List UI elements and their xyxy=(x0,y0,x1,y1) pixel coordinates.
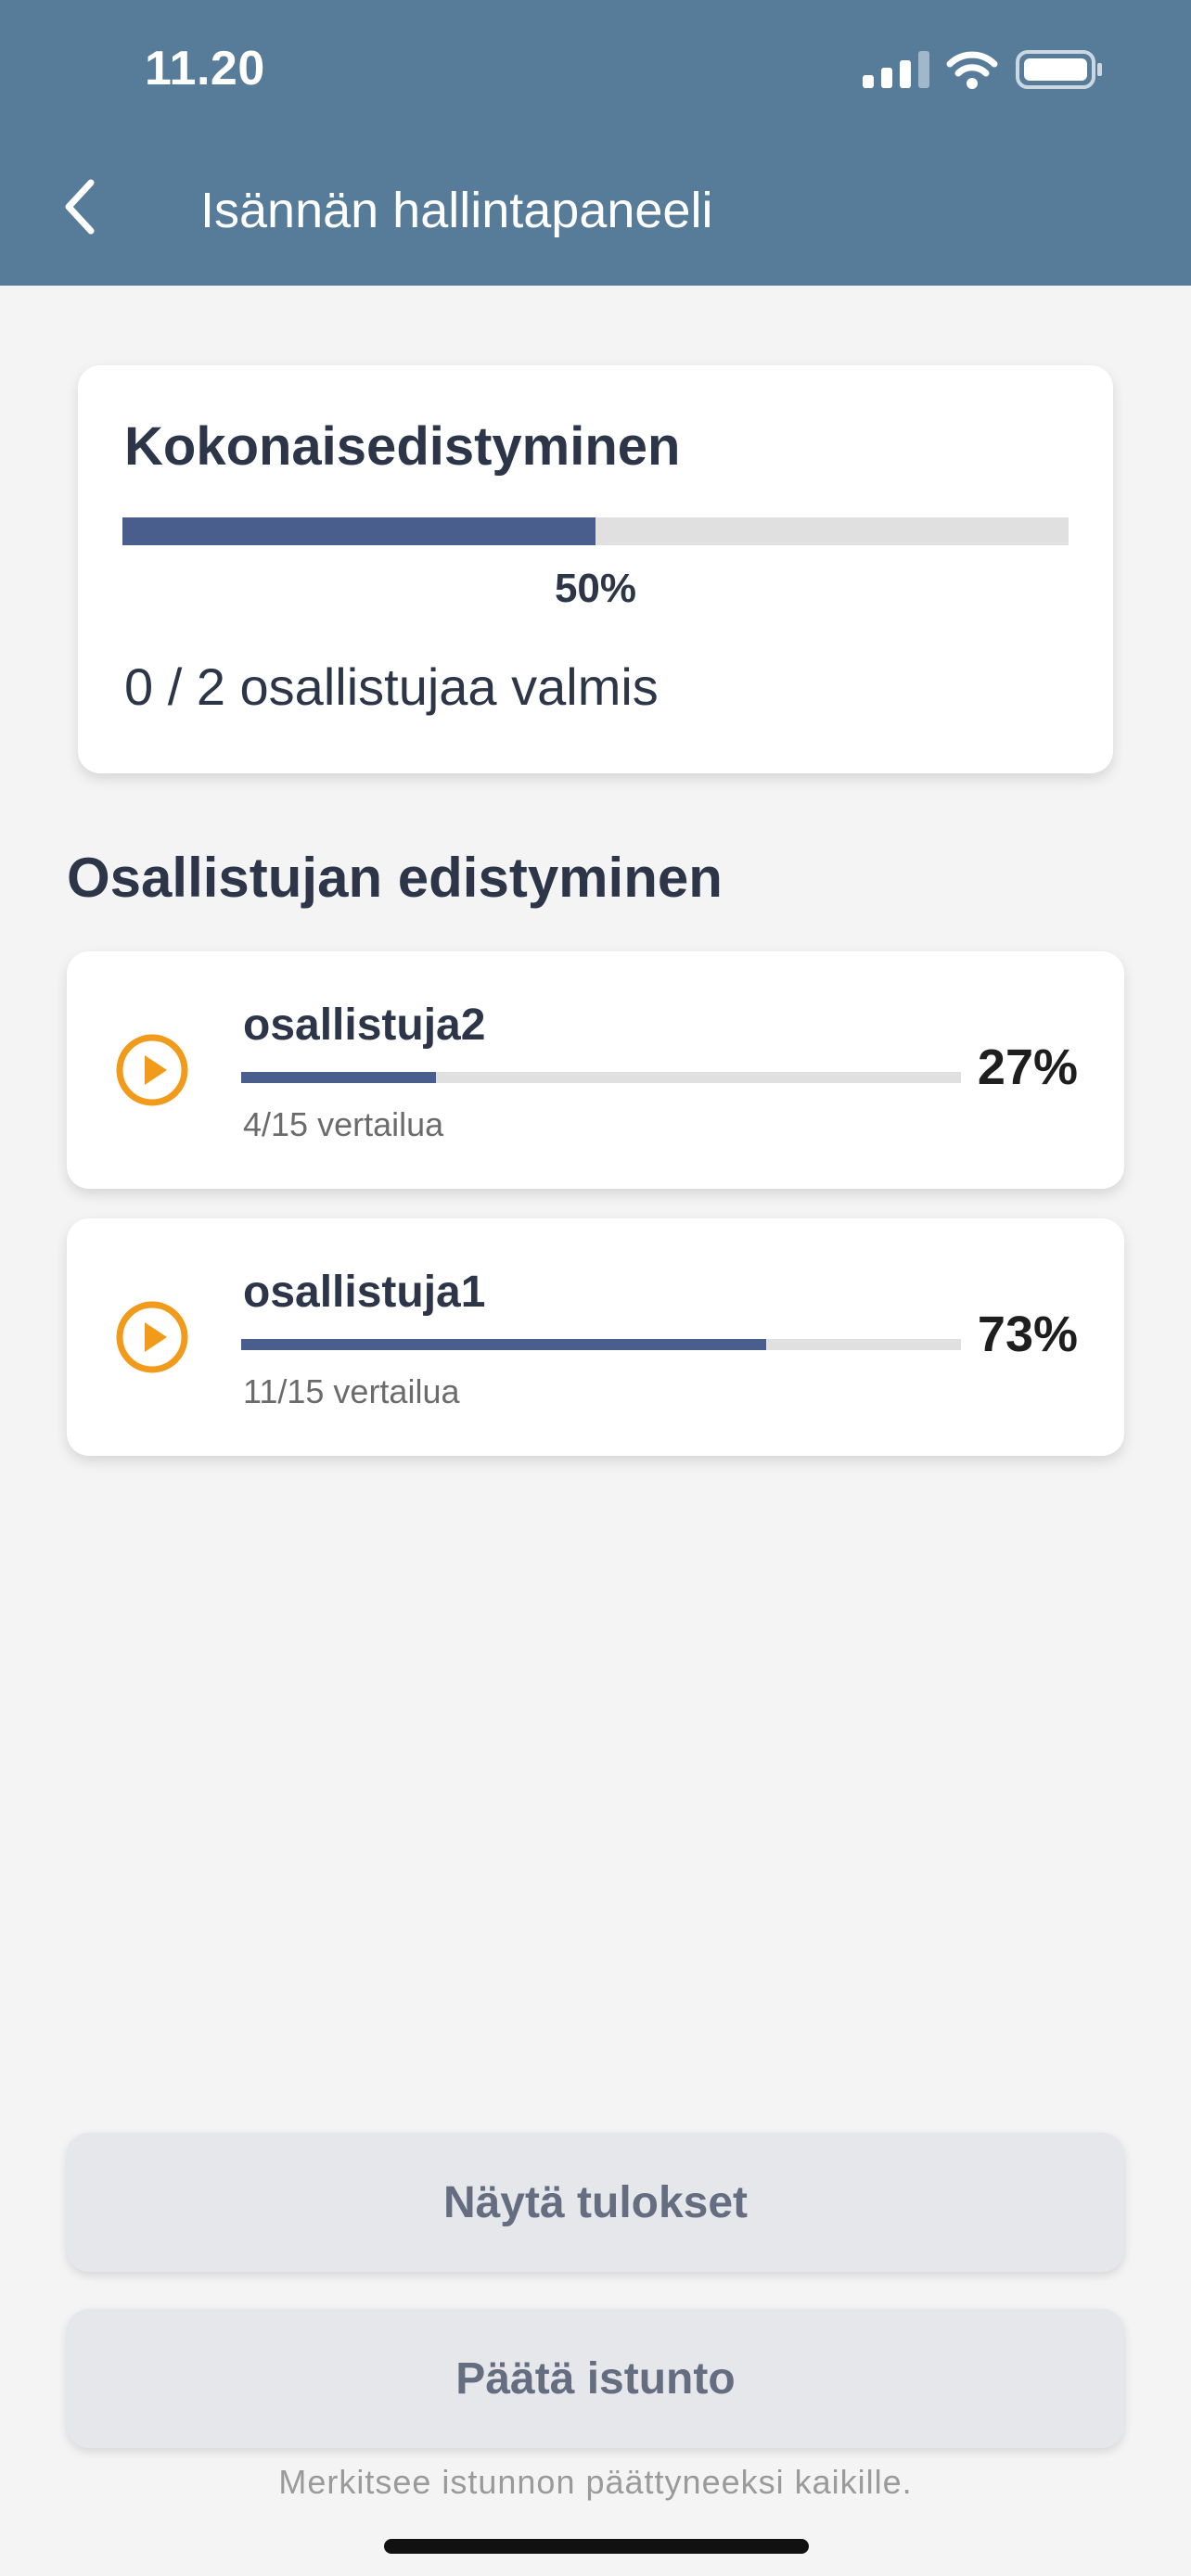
app-header: 11.20 Isännän hallintapaneeli xyxy=(0,0,1191,286)
status-icons xyxy=(863,46,1104,93)
battery-icon xyxy=(1016,50,1102,89)
back-button[interactable] xyxy=(52,174,108,239)
overall-progress-title: Kokonaisedistyminen xyxy=(124,416,681,477)
participant-progress-fill xyxy=(241,1072,436,1083)
signal-icon xyxy=(863,51,929,88)
participant-percent: 27% xyxy=(977,1039,1078,1095)
end-session-button[interactable]: Päätä istunto xyxy=(67,2309,1124,2448)
participant-card[interactable]: osallistuja2 4/15 vertailua 27% xyxy=(67,951,1124,1189)
participant-progress-bar xyxy=(241,1339,961,1350)
participant-name: osallistuja2 xyxy=(243,1001,486,1050)
participant-card[interactable]: osallistuja1 11/15 vertailua 73% xyxy=(67,1218,1124,1456)
overall-progress-fill xyxy=(122,517,596,545)
overall-progress-bar xyxy=(122,517,1069,545)
section-title: Osallistujan edistyminen xyxy=(67,847,723,909)
participant-percent: 73% xyxy=(977,1307,1078,1362)
wifi-icon xyxy=(946,51,998,89)
end-session-note: Merkitsee istunnon päättyneeksi kaikille… xyxy=(278,2463,913,2501)
overall-progress-percent: 50% xyxy=(554,566,637,611)
participant-progress-fill xyxy=(241,1339,767,1350)
show-results-button[interactable]: Näytä tulokset xyxy=(67,2133,1124,2272)
back-chevron-icon xyxy=(65,179,95,235)
participant-comparisons: 4/15 vertailua xyxy=(243,1105,444,1143)
page-title: Isännän hallintapaneeli xyxy=(200,183,713,238)
home-indicator xyxy=(384,2539,809,2554)
participant-progress-bar xyxy=(241,1072,961,1083)
participant-name: osallistuja1 xyxy=(243,1268,486,1317)
completed-count: 0 / 2 osallistujaa valmis xyxy=(124,657,659,716)
play-circle-icon[interactable] xyxy=(115,1033,189,1107)
overall-progress-card: Kokonaisedistyminen 50% 0 / 2 osallistuj… xyxy=(78,365,1113,773)
participant-comparisons: 11/15 vertailua xyxy=(243,1372,460,1410)
play-circle-icon[interactable] xyxy=(115,1300,189,1374)
status-time: 11.20 xyxy=(145,42,265,96)
